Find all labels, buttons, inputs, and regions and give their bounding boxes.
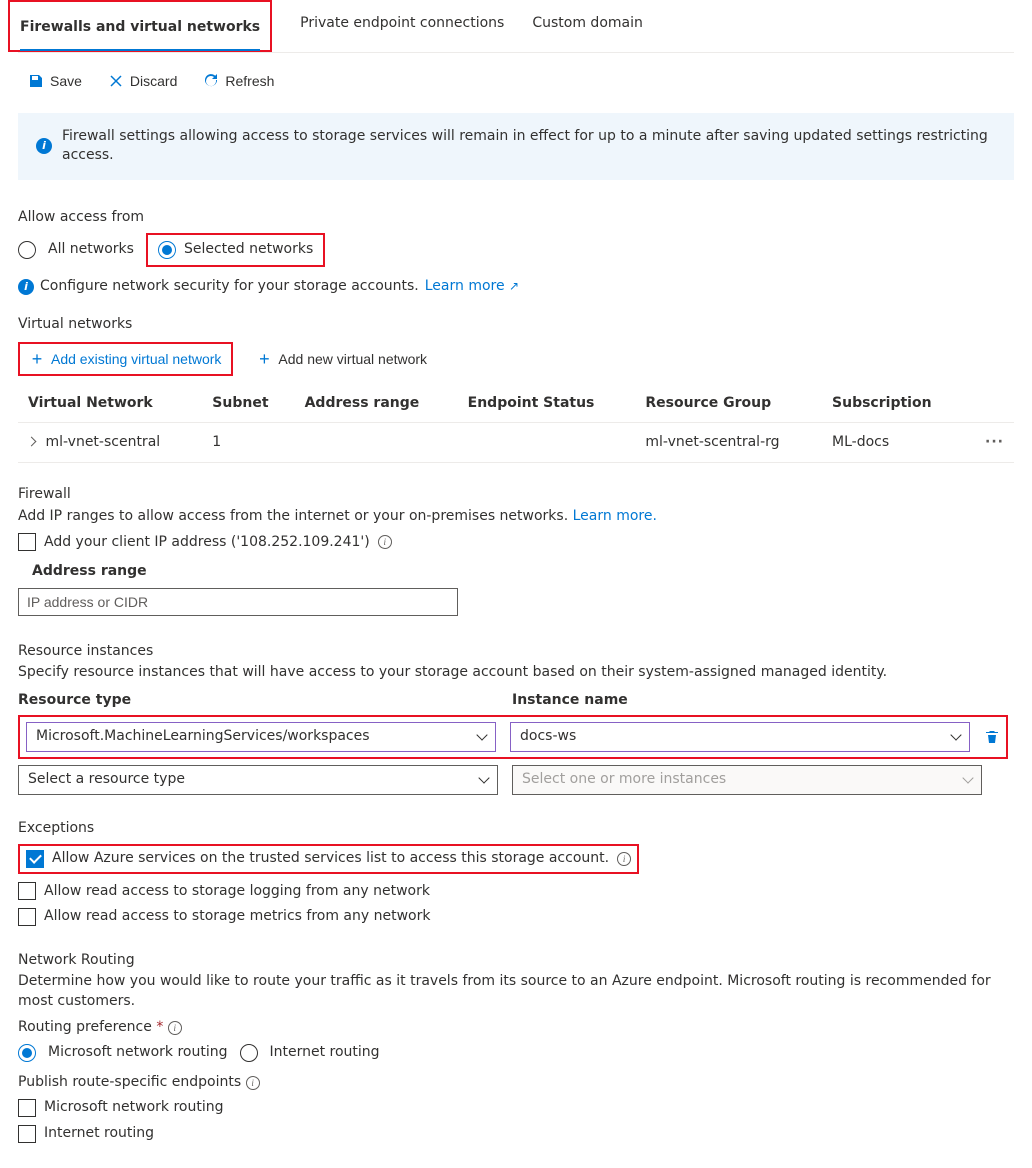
checkbox-trusted-services[interactable] [26, 850, 44, 868]
radio-all-networks[interactable] [18, 241, 36, 259]
chevron-down-icon [478, 772, 489, 783]
chevron-right-icon[interactable] [27, 436, 37, 446]
tab-private-endpoint[interactable]: Private endpoint connections [300, 0, 504, 52]
instance-name-placeholder-select[interactable]: Select one or more instances [512, 765, 982, 795]
col-endpoint-status: Endpoint Status [458, 386, 636, 422]
radio-all-networks-label[interactable]: All networks [48, 240, 134, 260]
toolbar: Save Discard Refresh [18, 69, 1014, 93]
address-range-label: Address range [32, 562, 1014, 582]
plus-icon: + [257, 352, 271, 366]
firewall-desc: Add IP ranges to allow access from the i… [18, 507, 1014, 527]
checkbox-pub-ms-routing-label: Microsoft network routing [44, 1098, 224, 1118]
config-security-text: i Configure network security for your st… [18, 277, 1014, 297]
chevron-down-icon [950, 729, 961, 740]
highlight-trusted-services: Allow Azure services on the trusted serv… [18, 844, 639, 874]
checkbox-metrics[interactable] [18, 908, 36, 926]
col-resource-type: Resource type [18, 691, 498, 711]
radio-selected-networks-label[interactable]: Selected networks [184, 240, 313, 260]
vnet-table: Virtual Network Subnet Address range End… [18, 386, 1014, 463]
firewall-learn-more-link[interactable]: Learn more. [573, 508, 657, 524]
checkbox-logging[interactable] [18, 882, 36, 900]
tab-firewalls[interactable]: Firewalls and virtual networks [20, 4, 260, 50]
radio-ms-routing[interactable] [18, 1044, 36, 1062]
checkbox-client-ip[interactable] [18, 533, 36, 551]
external-link-icon: ↗ [509, 279, 519, 293]
add-new-vnet-button[interactable]: + Add new virtual network [247, 342, 437, 376]
col-instance-name: Instance name [512, 691, 1014, 711]
network-routing-desc: Determine how you would like to route yo… [18, 972, 1014, 1011]
info-icon[interactable]: i [378, 535, 392, 549]
chevron-down-icon [476, 729, 487, 740]
delete-icon[interactable] [984, 729, 1000, 745]
info-icon[interactable]: i [246, 1076, 260, 1090]
routing-preference-label: Routing preference * i [18, 1018, 1014, 1038]
info-banner: i Firewall settings allowing access to s… [18, 113, 1014, 180]
col-subnet: Subnet [202, 386, 294, 422]
highlight-add-existing: + Add existing virtual network [18, 342, 233, 376]
vnet-name: ml-vnet-scentral [45, 434, 160, 450]
checkbox-trusted-services-label: Allow Azure services on the trusted serv… [52, 849, 609, 869]
col-resource-group: Resource Group [635, 386, 822, 422]
highlight-selected-networks: Selected networks [146, 233, 325, 267]
learn-more-link[interactable]: Learn more ↗ [425, 277, 519, 297]
info-banner-text: Firewall settings allowing access to sto… [62, 127, 996, 166]
highlight-firewalls-tab: Firewalls and virtual networks [8, 0, 272, 52]
tab-custom-domain[interactable]: Custom domain [532, 0, 643, 52]
vnet-actions: + Add existing virtual network + Add new… [18, 342, 1014, 376]
radio-selected-networks[interactable] [158, 241, 176, 259]
vnet-subnet: 1 [202, 422, 294, 463]
vnet-row[interactable]: ml-vnet-scentral 1 ml-vnet-scentral-rg M… [18, 422, 1014, 463]
add-existing-vnet-button[interactable]: + Add existing virtual network [20, 344, 231, 374]
refresh-button[interactable]: Refresh [197, 69, 280, 93]
resource-instances-desc: Specify resource instances that will hav… [18, 663, 1014, 683]
row-more-icon[interactable]: ··· [985, 434, 1004, 450]
checkbox-pub-ms-routing[interactable] [18, 1099, 36, 1117]
checkbox-pub-internet-routing[interactable] [18, 1125, 36, 1143]
vnet-sub: ML-docs [822, 422, 967, 463]
col-address-range: Address range [295, 386, 458, 422]
radio-ms-routing-label[interactable]: Microsoft network routing [48, 1043, 228, 1063]
checkbox-client-ip-label: Add your client IP address ('108.252.109… [44, 533, 370, 553]
save-icon [28, 73, 44, 89]
virtual-networks-heading: Virtual networks [18, 315, 1014, 335]
resource-type-placeholder-select[interactable]: Select a resource type [18, 765, 498, 795]
checkbox-pub-internet-routing-label: Internet routing [44, 1124, 154, 1144]
radio-internet-routing-label[interactable]: Internet routing [270, 1043, 380, 1063]
checkbox-metrics-label: Allow read access to storage metrics fro… [44, 907, 430, 927]
refresh-icon [203, 73, 219, 89]
vnet-endpoint [458, 422, 636, 463]
allow-access-radios: All networks Selected networks [18, 233, 1014, 267]
tabs-bar: Firewalls and virtual networks Private e… [18, 0, 1014, 53]
checkbox-logging-label: Allow read access to storage logging fro… [44, 882, 430, 902]
save-button[interactable]: Save [22, 69, 88, 93]
firewall-heading: Firewall [18, 485, 1014, 505]
network-routing-heading: Network Routing [18, 951, 1014, 971]
allow-access-label: Allow access from [18, 208, 1014, 228]
close-icon [108, 73, 124, 89]
col-virtual-network: Virtual Network [18, 386, 202, 422]
exceptions-heading: Exceptions [18, 819, 1014, 839]
vnet-range [295, 422, 458, 463]
chevron-down-icon [962, 772, 973, 783]
info-icon[interactable]: i [617, 852, 631, 866]
resource-instances-heading: Resource instances [18, 642, 1014, 662]
publish-endpoints-label: Publish route-specific endpoints i [18, 1073, 1014, 1093]
discard-button[interactable]: Discard [102, 69, 183, 93]
highlight-resource-row: Microsoft.MachineLearningServices/worksp… [18, 715, 1008, 759]
address-range-input[interactable] [18, 588, 458, 616]
instance-name-select[interactable]: docs-ws [510, 722, 970, 752]
col-subscription: Subscription [822, 386, 967, 422]
vnet-rg: ml-vnet-scentral-rg [635, 422, 822, 463]
radio-internet-routing[interactable] [240, 1044, 258, 1062]
info-icon[interactable]: i [168, 1021, 182, 1035]
info-icon: i [18, 279, 34, 295]
info-icon: i [36, 138, 52, 154]
resource-type-select[interactable]: Microsoft.MachineLearningServices/worksp… [26, 722, 496, 752]
plus-icon: + [30, 352, 44, 366]
